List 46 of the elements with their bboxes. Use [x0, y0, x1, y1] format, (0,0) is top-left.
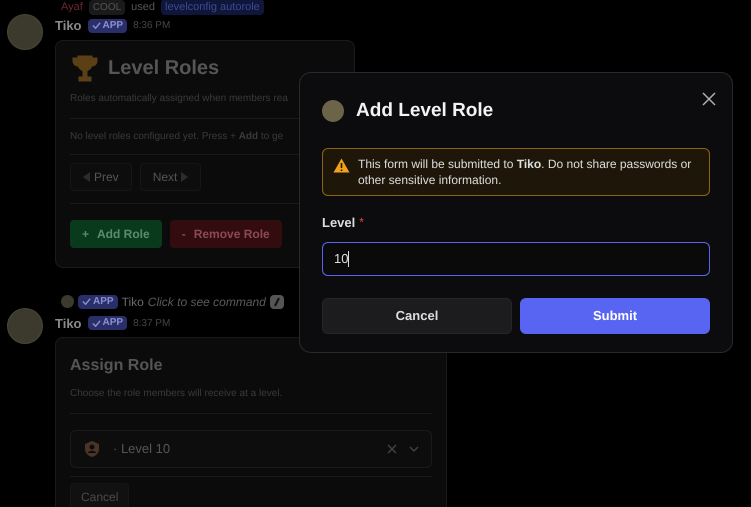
clear-icon[interactable]	[387, 444, 397, 454]
card-title: Level Roles	[108, 56, 220, 80]
author-name[interactable]: Tiko	[55, 16, 82, 36]
command-hint[interactable]: Click to see command	[148, 292, 266, 310]
app-badge: APP	[78, 294, 118, 308]
select-value: · Level 10	[113, 440, 172, 458]
slash-icon	[270, 294, 284, 308]
author-name[interactable]: Tiko	[55, 314, 82, 333]
role-select[interactable]: · Level 10	[70, 430, 432, 468]
submit-button[interactable]: Submit	[520, 298, 710, 334]
field-label: Level	[322, 214, 356, 232]
chevron-down-icon[interactable]	[409, 446, 419, 452]
check-icon	[82, 297, 91, 306]
small-avatar	[61, 295, 74, 308]
app-badge: APP	[88, 18, 128, 33]
author-name[interactable]: Tiko	[122, 292, 144, 310]
remove-role-button[interactable]: - Remove Role	[170, 220, 282, 248]
bot-avatar	[322, 100, 344, 122]
timestamp: 8:37 PM	[133, 316, 170, 331]
add-role-button[interactable]: + Add Role	[70, 220, 162, 248]
role-shield-icon	[83, 440, 101, 458]
timestamp: 8:36 PM	[133, 19, 170, 34]
modal-title: Add Level Role	[356, 99, 494, 123]
left-triangle-icon	[83, 172, 90, 182]
input-value: 10	[334, 250, 348, 268]
used-text: used	[131, 0, 156, 15]
close-icon[interactable]	[702, 92, 716, 106]
command-link[interactable]: levelconfig autorole	[161, 0, 264, 16]
plus-sign: +	[82, 226, 90, 242]
level-input[interactable]: 10	[322, 242, 710, 276]
check-icon	[92, 318, 100, 328]
warning-icon	[333, 158, 350, 172]
avatar[interactable]	[7, 14, 43, 50]
required-asterisk: *	[359, 214, 364, 230]
user-tag: COOL	[88, 0, 126, 14]
avatar[interactable]	[7, 308, 43, 344]
user-name[interactable]: Ayaf	[61, 0, 83, 16]
cancel-button[interactable]: Cancel	[70, 483, 130, 507]
trophy-icon	[70, 52, 100, 82]
minus-sign: -	[182, 226, 186, 242]
cancel-button[interactable]: Cancel	[322, 298, 512, 334]
right-triangle-icon	[181, 172, 188, 182]
card-title: Assign Role	[70, 356, 164, 376]
check-icon	[92, 21, 100, 30]
warning-text: This form will be submitted to Tiko. Do not share passwords or other sensitive information.	[358, 156, 692, 188]
app-badge: APP	[88, 316, 128, 330]
